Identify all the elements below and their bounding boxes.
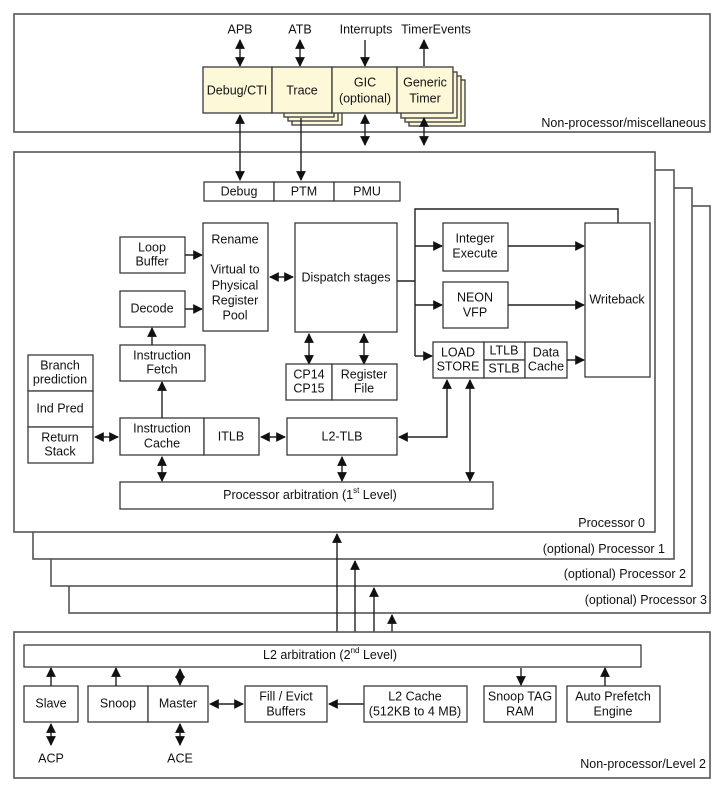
data-label: Data bbox=[533, 345, 559, 359]
debug-label: Debug bbox=[221, 184, 258, 198]
snoop-label: Snoop bbox=[100, 696, 136, 710]
processor-0-label: Processor 0 bbox=[578, 516, 645, 530]
ltlb-label: LTLB bbox=[490, 343, 519, 357]
atb-label: ATB bbox=[288, 22, 311, 36]
rename-desc-2: Physical bbox=[212, 278, 259, 292]
gic-optional-label: (optional) bbox=[339, 91, 391, 105]
fill-evict-label: Fill / Evict bbox=[259, 689, 313, 703]
apb-label: APB bbox=[227, 22, 252, 36]
stlb-label: STLB bbox=[488, 361, 519, 375]
snoop-tag-label: Snoop TAG bbox=[488, 689, 552, 703]
l2-tlb-label: L2-TLB bbox=[322, 429, 363, 443]
writeback-label: Writeback bbox=[589, 292, 645, 306]
rename-desc-3: Register bbox=[212, 293, 259, 307]
instruction-cache-label: Instruction bbox=[133, 421, 191, 435]
slave-label: Slave bbox=[35, 696, 66, 710]
load-label: LOAD bbox=[441, 345, 475, 359]
cortex-a15-block-diagram: Non-processor/miscellaneous APB ATB Inte… bbox=[13, 13, 711, 779]
cp14-label: CP14 bbox=[293, 367, 324, 381]
processor-3-label: (optional) Processor 3 bbox=[585, 593, 707, 607]
level2-section-label: Non-processor/Level 2 bbox=[580, 757, 706, 771]
itlb-label: ITLB bbox=[218, 429, 244, 443]
level2-section: Non-processor/Level 2 L2 arbitration (2n… bbox=[13, 631, 711, 779]
rename-label: Rename bbox=[211, 232, 258, 246]
decode-label: Decode bbox=[130, 301, 173, 315]
processor-arbitration-label: Processor arbitration (1st Level) bbox=[223, 486, 397, 502]
l2-arbitration-label: L2 arbitration (2nd Level) bbox=[263, 646, 397, 662]
acp-label: ACP bbox=[38, 751, 64, 765]
misc-section-label: Non-processor/miscellaneous bbox=[541, 116, 706, 130]
rename-desc-1: Virtual to bbox=[210, 262, 259, 276]
loop-buffer-label-2: Buffer bbox=[135, 254, 168, 268]
debug-cti-label: Debug/CTI bbox=[207, 83, 267, 97]
interrupts-label: Interrupts bbox=[340, 22, 393, 36]
ace-label: ACE bbox=[167, 751, 193, 765]
register-label: Register bbox=[341, 367, 388, 381]
misc-section: Non-processor/miscellaneous APB ATB Inte… bbox=[13, 13, 711, 133]
processor-1-label: (optional) Processor 1 bbox=[543, 542, 665, 556]
ptm-label: PTM bbox=[291, 184, 317, 198]
stack-label: Stack bbox=[44, 444, 76, 458]
generic-timer-label: Generic bbox=[403, 75, 447, 89]
return-label: Return bbox=[41, 430, 79, 444]
auto-prefetch-label: Auto Prefetch bbox=[575, 689, 651, 703]
cp15-label: CP15 bbox=[293, 381, 324, 395]
gic-label: GIC bbox=[354, 75, 376, 89]
l2-cache-label: L2 Cache bbox=[388, 689, 442, 703]
dispatch-stages-label: Dispatch stages bbox=[302, 270, 391, 284]
generic-timer-label-2: Timer bbox=[409, 91, 440, 105]
trace-label: Trace bbox=[286, 83, 318, 97]
instruction-fetch-label-2: Fetch bbox=[146, 362, 177, 376]
buffers-label: Buffers bbox=[266, 704, 305, 718]
instruction-fetch-label: Instruction bbox=[133, 348, 191, 362]
store-label: STORE bbox=[437, 359, 480, 373]
file-label: File bbox=[354, 381, 374, 395]
neon-label: NEON bbox=[457, 290, 493, 304]
integer-execute-label: Integer bbox=[456, 231, 495, 245]
prediction-label: prediction bbox=[33, 372, 87, 386]
rename-desc-4: Pool bbox=[222, 308, 247, 322]
engine-label: Engine bbox=[594, 704, 633, 718]
gic-block bbox=[331, 66, 398, 114]
loop-buffer-label: Loop bbox=[138, 240, 166, 254]
instruction-cache-label-2: Cache bbox=[144, 436, 180, 450]
integer-execute-label-2: Execute bbox=[452, 246, 497, 260]
ind-pred-label: Ind Pred bbox=[36, 401, 83, 415]
processor-2-label: (optional) Processor 2 bbox=[564, 567, 686, 581]
master-label: Master bbox=[159, 696, 197, 710]
branch-label: Branch bbox=[40, 358, 80, 372]
timer-events-label: TimerEvents bbox=[401, 22, 471, 36]
pmu-label: PMU bbox=[353, 184, 381, 198]
generic-timer-block bbox=[396, 66, 454, 114]
cache-label: Cache bbox=[528, 359, 564, 373]
l2-cache-size-label: (512KB to 4 MB) bbox=[369, 704, 461, 718]
ram-label: RAM bbox=[506, 704, 534, 718]
vfp-label: VFP bbox=[463, 305, 487, 319]
